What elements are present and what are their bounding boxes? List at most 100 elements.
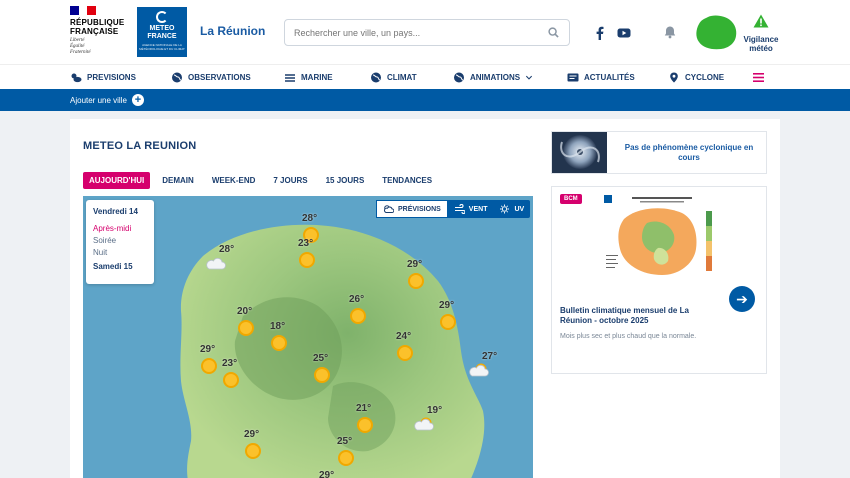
facebook-icon[interactable] [593, 26, 607, 40]
sun-icon[interactable] [238, 320, 254, 336]
weather-icon [71, 73, 82, 83]
add-city-button[interactable]: Ajouter une ville + [70, 94, 144, 106]
uv-sun-icon [500, 204, 510, 214]
forecast-map[interactable]: Vendredi 14 Après-midi Soirée Nuit Samed… [83, 196, 533, 478]
sun-icon[interactable] [271, 335, 287, 351]
sun-icon[interactable] [397, 345, 413, 361]
french-flag-icon [70, 6, 97, 15]
map-temperature: 27° [482, 351, 498, 362]
nav-label: ANIMATIONS [470, 73, 521, 82]
nav-label: CLIMAT [387, 73, 417, 82]
map-temperature: 25° [337, 436, 353, 447]
day-label: Vendredi 14 [93, 207, 138, 216]
map-temperature: 29° [319, 470, 335, 478]
main-content: METEO LA REUNION AUJOURD'HUI DEMAIN WEEK… [70, 119, 780, 478]
tab-aujourdhui[interactable]: AUJOURD'HUI [83, 172, 151, 189]
period-apres-midi[interactable]: Après-midi [93, 224, 147, 233]
search-input[interactable] [285, 20, 535, 45]
sun-icon[interactable] [350, 308, 366, 324]
sun-icon[interactable] [223, 372, 239, 388]
pin-icon [670, 72, 678, 83]
map-layer-switch: PRÉVISIONS VENT UV [376, 200, 531, 218]
partly-cloudy-icon[interactable] [468, 363, 490, 377]
globe-icon [454, 72, 464, 83]
menu-icon[interactable] [753, 73, 764, 82]
layer-label: PRÉVISIONS [398, 205, 441, 213]
page-title: METEO LA REUNION [83, 140, 197, 152]
period-soiree[interactable]: Soirée [93, 236, 147, 245]
favorites-bar: Ajouter une ville + [0, 89, 850, 111]
bcm-precipitation-map [602, 193, 720, 287]
tab-demain[interactable]: DEMAIN [156, 172, 200, 189]
nav-item-climat[interactable]: CLIMAT [370, 72, 417, 83]
map-temperature: 19° [427, 405, 443, 416]
cyclone-status-card[interactable]: Pas de phénomène cyclonique en cours [551, 131, 767, 174]
sun-icon[interactable] [314, 367, 330, 383]
sun-icon[interactable] [299, 252, 315, 268]
nav-label: MARINE [301, 73, 333, 82]
main-nav: PREVISIONS OBSERVATIONS MARINE CLIMAT AN… [0, 64, 850, 89]
map-temperature: 29° [244, 429, 260, 440]
tab-week-end[interactable]: WEEK-END [206, 172, 262, 189]
nav-label: ACTUALITÉS [584, 73, 635, 82]
brand-line-2: FRANCE [147, 33, 177, 40]
tab-15-jours[interactable]: 15 JOURS [320, 172, 371, 189]
bcm-card[interactable]: BCM ➔ Bulletin climatique mensuel de La … [551, 186, 767, 374]
cyclone-satellite-image [552, 132, 607, 173]
map-temperature: 28° [219, 244, 235, 255]
nav-item-actualites[interactable]: ACTUALITÉS [567, 72, 635, 83]
partly-cloudy-icon[interactable] [413, 417, 435, 431]
nav-label: CYCLONE [685, 73, 725, 82]
period-nuit[interactable]: Nuit [93, 248, 147, 257]
sun-icon[interactable] [338, 450, 354, 466]
sun-icon[interactable] [408, 273, 424, 289]
republic-line-2: FRANÇAISE [70, 27, 119, 36]
bcm-open-button[interactable]: ➔ [729, 286, 755, 312]
map-temperature: 29° [439, 300, 455, 311]
nav-item-observations[interactable]: OBSERVATIONS [171, 72, 251, 83]
republique-francaise-logo[interactable]: RÉPUBLIQUE FRANÇAISE Liberté Égalité Fra… [70, 6, 130, 58]
layer-uv[interactable]: UV [493, 200, 530, 218]
motto-3: Fraternité [70, 50, 91, 55]
next-day-label[interactable]: Samedi 15 [93, 262, 147, 271]
wind-icon [454, 204, 465, 214]
vigilance-meteo[interactable]: Vigilance météo [741, 14, 781, 53]
layer-vent[interactable]: VENT [448, 200, 494, 218]
cloud-icon[interactable] [205, 256, 227, 270]
map-temperature: 18° [270, 321, 286, 332]
forecast-tabs: AUJOURD'HUI DEMAIN WEEK-END 7 JOURS 15 J… [83, 172, 444, 189]
vigilance-label-2: météo [749, 44, 773, 53]
globe-icon [172, 72, 182, 83]
sun-icon[interactable] [357, 417, 373, 433]
youtube-icon[interactable] [617, 26, 631, 40]
tab-tendances[interactable]: TENDANCES [376, 172, 438, 189]
nav-item-marine[interactable]: MARINE [284, 72, 333, 83]
cyclone-status-text: Pas de phénomène cyclonique en cours [624, 143, 754, 162]
search-icon[interactable] [548, 27, 559, 38]
tab-7-jours[interactable]: 7 JOURS [267, 172, 313, 189]
site-header: RÉPUBLIQUE FRANÇAISE Liberté Égalité Fra… [0, 0, 850, 64]
map-temperature: 25° [313, 353, 329, 364]
bell-icon[interactable] [663, 25, 677, 39]
brand-line-1: METEO [149, 25, 175, 32]
nav-item-previsions[interactable]: PREVISIONS [70, 72, 136, 83]
map-temperature: 21° [356, 403, 372, 414]
sun-icon[interactable] [201, 358, 217, 374]
nav-item-cyclone[interactable]: CYCLONE [668, 72, 724, 83]
sun-icon[interactable] [245, 443, 261, 459]
sun-icon[interactable] [440, 314, 456, 330]
map-temperature: 24° [396, 331, 412, 342]
meteo-france-logo[interactable]: METEO FRANCE AGENCE NATIONALE DE LA MÉTÉ… [137, 7, 187, 57]
nav-label: OBSERVATIONS [188, 73, 251, 82]
brand-subtitle: AGENCE NATIONALE DE LA MÉTÉOROLOGIE ET D… [139, 43, 185, 51]
map-temperature: 26° [349, 294, 365, 305]
meteo-france-mark-icon [156, 11, 168, 23]
nav-item-animations[interactable]: ANIMATIONS [453, 72, 533, 83]
waves-icon [285, 74, 295, 82]
globe-icon [371, 72, 381, 83]
bcm-badge: BCM [560, 194, 582, 204]
region-name[interactable]: La Réunion [200, 24, 265, 38]
layer-previsions[interactable]: PRÉVISIONS [376, 200, 448, 218]
reunion-island-vigilance-icon[interactable] [695, 14, 737, 51]
map-temperature: 23° [222, 358, 238, 369]
